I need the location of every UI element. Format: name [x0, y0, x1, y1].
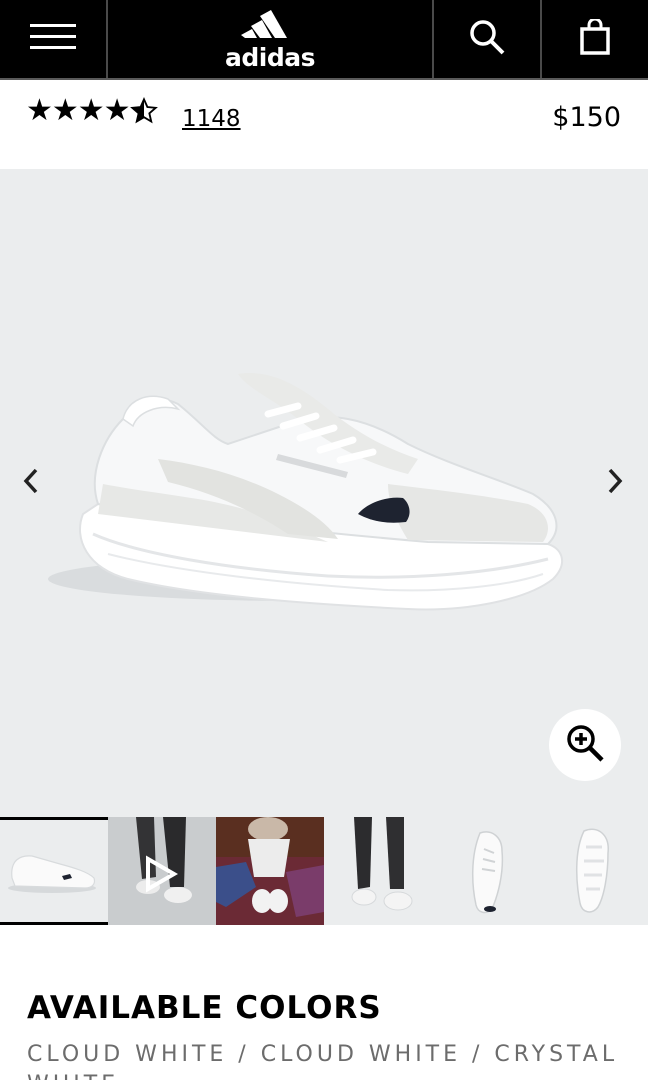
- thumbnail-lifestyle[interactable]: [216, 817, 324, 925]
- zoom-button[interactable]: [549, 709, 621, 781]
- chevron-right-icon[interactable]: [606, 467, 624, 500]
- color-name: CLOUD WHITE / CLOUD WHITE / CRYSTAL WHIT…: [27, 1042, 619, 1080]
- brand-logo-link[interactable]: adidas: [108, 0, 432, 78]
- shopping-bag-icon: [580, 17, 610, 60]
- search-button[interactable]: [434, 0, 540, 78]
- product-price: $150: [552, 102, 621, 133]
- adidas-three-stripes-logo-icon: [241, 8, 299, 43]
- thumbnail-on-foot[interactable]: [324, 817, 432, 925]
- rating-price-row: ★★★★ 1148 $150: [0, 82, 648, 168]
- available-colors-heading: AVAILABLE COLORS: [27, 990, 382, 1026]
- review-count-link[interactable]: 1148: [182, 106, 241, 132]
- half-star-icon: [129, 96, 159, 126]
- thumbnail-side-view[interactable]: [0, 817, 108, 925]
- thumbnail-strip: [0, 817, 648, 925]
- hamburger-menu-icon: [30, 22, 76, 57]
- thumbnail-sole-view[interactable]: [540, 817, 648, 925]
- product-sneaker-image: [48, 373, 563, 611]
- menu-button[interactable]: [0, 0, 106, 78]
- brand-wordmark: adidas: [225, 43, 315, 72]
- search-icon: [468, 18, 506, 61]
- top-nav-bar: adidas: [0, 0, 648, 80]
- star-rating[interactable]: ★★★★: [26, 96, 159, 126]
- product-image-carousel[interactable]: [0, 169, 648, 817]
- shopping-bag-button[interactable]: [542, 0, 648, 78]
- thumbnail-video[interactable]: [108, 817, 216, 925]
- zoom-in-icon: [565, 723, 605, 768]
- star-rating-filled: ★★★★: [26, 93, 131, 128]
- thumbnail-top-view[interactable]: [432, 817, 540, 925]
